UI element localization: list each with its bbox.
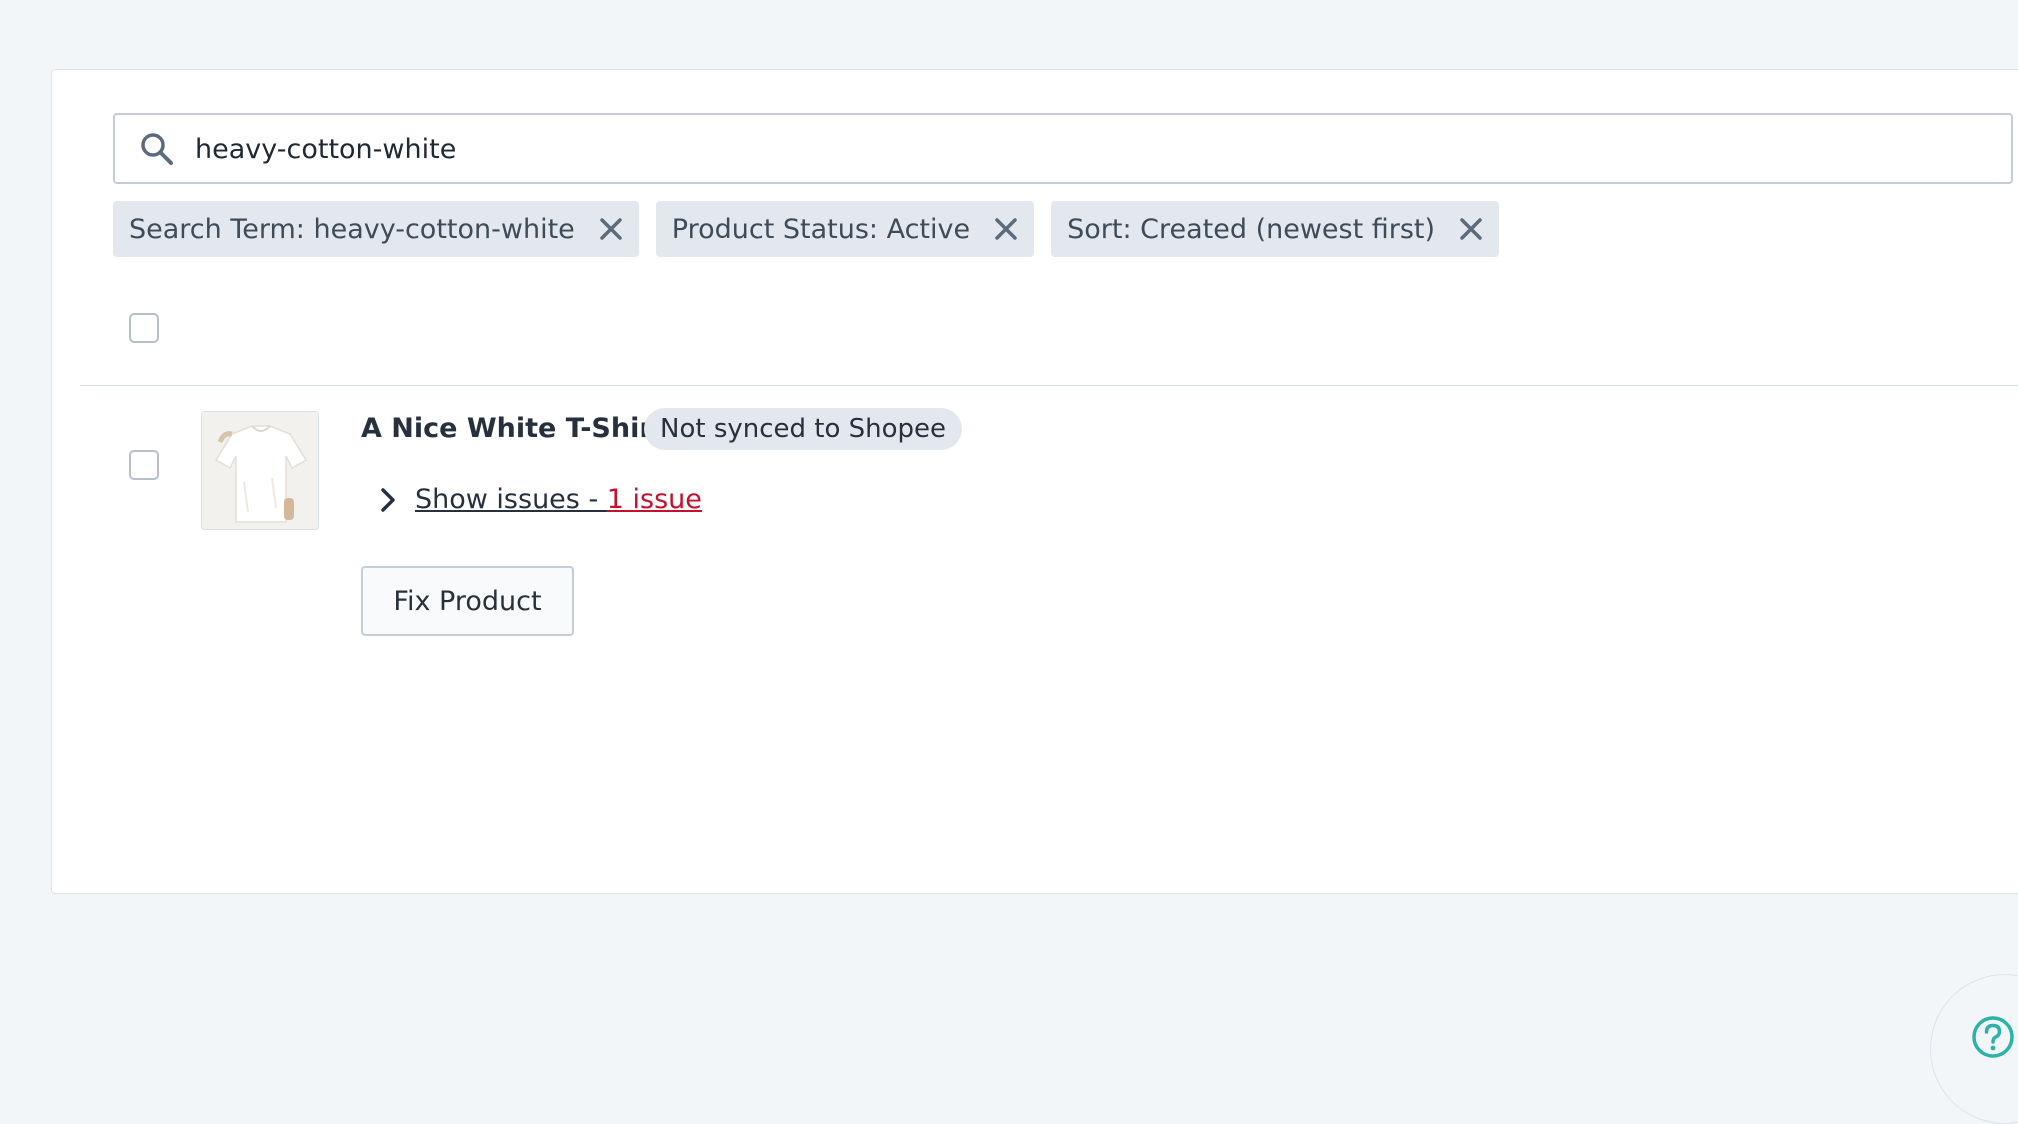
close-icon[interactable] [1457,215,1485,243]
chevron-right-icon [381,487,395,512]
active-filters: Search Term: heavy-cotton-white Product … [113,201,1500,257]
filter-chip-product-status: Product Status: Active [655,201,1035,257]
filter-chip-search-term: Search Term: heavy-cotton-white [113,201,639,257]
product-thumbnail [201,411,319,530]
search-icon [141,133,173,165]
issues-count: 1 issue [606,484,702,515]
t-shirt-photo [202,412,318,529]
search-input[interactable] [195,127,1975,171]
help-button[interactable] [1930,974,2018,1124]
filter-chip-label: Product Status: Active [671,213,971,245]
fix-product-button[interactable]: Fix Product [361,566,574,636]
filter-chip-label: Search Term: heavy-cotton-white [129,213,575,245]
status-badge: Not synced to Shopee [644,408,963,450]
search-box[interactable] [113,113,2013,184]
help-icon [1972,1016,2014,1058]
product-title[interactable]: A Nice White T-Shirt [361,413,666,444]
select-all-checkbox[interactable] [129,313,159,343]
products-card [51,69,2018,894]
list-divider [80,385,2018,386]
filter-chip-sort: Sort: Created (newest first) [1051,201,1500,257]
close-icon[interactable] [992,215,1020,243]
show-issues-toggle[interactable]: Show issues - 1 issue [377,484,702,515]
filter-chip-label: Sort: Created (newest first) [1067,213,1436,245]
show-issues-link[interactable]: Show issues - 1 issue [415,484,702,515]
show-issues-label: Show issues - [415,484,607,515]
product-row-checkbox[interactable] [129,450,159,480]
close-icon[interactable] [597,215,625,243]
